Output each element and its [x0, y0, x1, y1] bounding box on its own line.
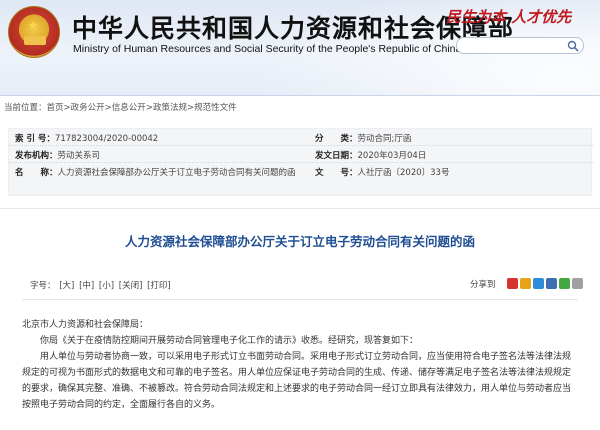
meta-value: 717823004/2020-00042 [54, 134, 159, 144]
meta-issuer: 发布机构：劳动关系司 [15, 149, 100, 161]
meta-value: 劳动关系司 [57, 151, 101, 161]
article-body: 北京市人力资源和社会保障局： 你局《关于在疫情防控期间开展劳动合同管理电子化工作… [22, 317, 578, 413]
site-subtitle: Ministry of Human Resources and Social S… [73, 43, 462, 55]
meta-label: 文 号： [315, 168, 358, 178]
share-icons [507, 278, 583, 289]
share-renren-icon[interactable] [546, 278, 557, 289]
share-qzone-icon[interactable] [520, 278, 531, 289]
meta-index-number: 索 引 号：717823004/2020-00042 [15, 132, 158, 144]
document-metadata-card: 索 引 号：717823004/2020-00042 分 类：劳动合同;厅函 发… [8, 128, 593, 196]
breadcrumb: 当前位置：首页>政务公开>信息公开>政策法规>规范性文件 [4, 101, 237, 113]
paragraph: 用人单位与劳动者协商一致，可以采用电子形式订立书面劳动合同。采用电子形式订立劳动… [22, 352, 572, 410]
breadcrumb-item-policies[interactable]: 政策法规 [153, 103, 187, 113]
font-size-medium-button[interactable]: [中] [79, 281, 94, 291]
paragraph: 你局《关于在疫情防控期间开展劳动合同管理电子化工作的请示》收悉。经研究，现答复如… [40, 336, 419, 346]
font-size-large-button[interactable]: [大] [59, 281, 74, 291]
breadcrumb-separator: > [145, 103, 153, 113]
share-wechat-icon[interactable] [559, 278, 570, 289]
meta-issue-date: 发文日期：2020年03月04日 [315, 149, 426, 161]
salutation: 北京市人力资源和社会保障局： [22, 320, 149, 330]
article-title: 人力资源社会保障部办公厅关于订立电子劳动合同有关问题的函 [124, 234, 475, 249]
divider [22, 299, 578, 300]
meta-row-2: 发布机构：劳动关系司 发文日期：2020年03月04日 [9, 146, 593, 163]
breadcrumb-item-public-affairs[interactable]: 政务公开 [71, 103, 105, 113]
breadcrumb-separator: > [104, 103, 112, 113]
site-header: ★ 中华人民共和国人力资源和社会保障部 Ministry of Human Re… [0, 0, 600, 96]
meta-name: 名 称：人力资源社会保障部办公厅关于订立电子劳动合同有关问题的函 [15, 166, 296, 178]
share-weibo-icon[interactable] [507, 278, 518, 289]
meta-category: 分 类：劳动合同;厅函 [315, 132, 411, 144]
share-more-icon[interactable] [572, 278, 583, 289]
meta-label: 名 称： [15, 168, 58, 178]
close-button[interactable]: [关闭] [119, 281, 143, 291]
breadcrumb-prefix: 当前位置： [4, 103, 47, 113]
meta-value: 人社厅函〔2020〕33号 [357, 168, 450, 178]
meta-document-number: 文 号：人社厅函〔2020〕33号 [315, 166, 449, 178]
share-label: 分享到 [470, 280, 496, 290]
breadcrumb-item-normative-docs[interactable]: 规范性文件 [194, 103, 237, 113]
breadcrumb-item-info-disclosure[interactable]: 信息公开 [112, 103, 146, 113]
breadcrumb-separator: > [63, 103, 71, 113]
site-slogan: 民生为本 人才优先 [446, 8, 572, 26]
meta-value: 劳动合同;厅函 [357, 134, 412, 144]
article-panel: 人力资源社会保障部办公厅关于订立电子劳动合同有关问题的函 字号： [大] [中]… [0, 208, 600, 430]
search-box[interactable] [456, 37, 584, 54]
print-button[interactable]: [打印] [147, 281, 171, 291]
share-tencent-weibo-icon[interactable] [533, 278, 544, 289]
national-emblem-icon: ★ [8, 6, 60, 58]
breadcrumb-item-home[interactable]: 首页 [47, 103, 64, 113]
meta-row-1: 索 引 号：717823004/2020-00042 分 类：劳动合同;厅函 [9, 129, 593, 146]
font-size-small-button[interactable]: [小] [99, 281, 114, 291]
meta-label: 分 类： [315, 134, 358, 144]
meta-row-3: 名 称：人力资源社会保障部办公厅关于订立电子劳动合同有关问题的函 文 号：人社厅… [9, 163, 593, 180]
search-icon[interactable] [567, 40, 579, 52]
meta-label: 发布机构： [15, 151, 58, 161]
font-size-label: 字号： [30, 281, 56, 291]
meta-value: 人力资源社会保障部办公厅关于订立电子劳动合同有关问题的函 [57, 168, 296, 178]
article-tools: 字号： [大] [中] [小] [关闭] [打印] [30, 279, 172, 291]
breadcrumb-separator: > [186, 103, 195, 113]
meta-value: 2020年03月04日 [357, 151, 427, 161]
meta-label: 索 引 号： [15, 134, 55, 144]
search-input[interactable] [465, 39, 565, 52]
meta-label: 发文日期： [315, 151, 358, 161]
